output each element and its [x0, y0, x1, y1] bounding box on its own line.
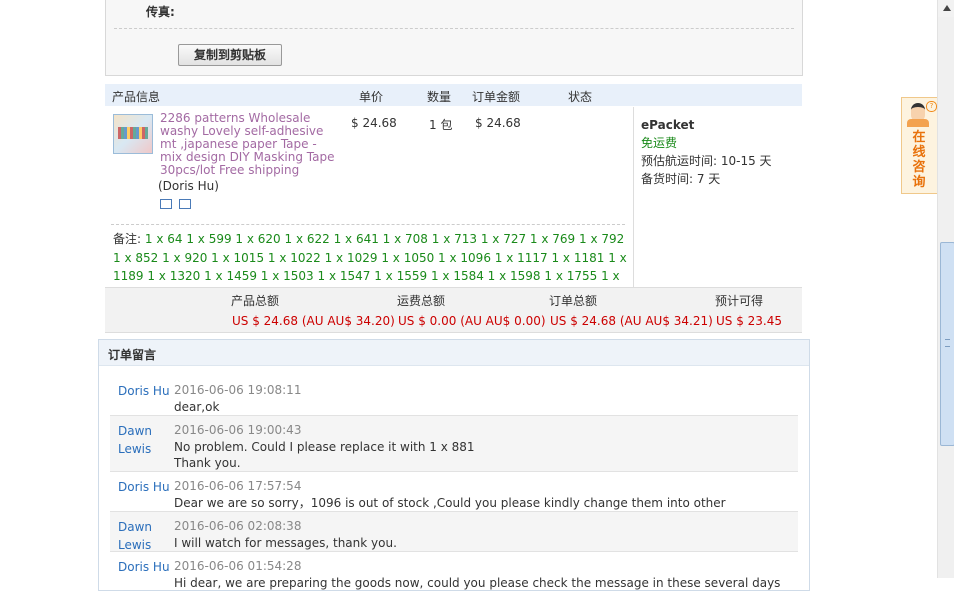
message-text: No problem. Could I please replace it wi…: [174, 439, 784, 471]
order-total-value: US $ 24.68 (AU AU$ 34.21): [550, 314, 713, 328]
shipping-method: ePacket: [641, 118, 695, 132]
message-item: Dawn Lewis 2016-06-06 19:00:43 No proble…: [110, 416, 798, 472]
buyer-name: (Doris Hu): [158, 179, 219, 193]
product-thumbnail[interactable]: [113, 114, 153, 154]
product-total-label: 产品总额: [231, 294, 280, 308]
snapshot-icon[interactable]: [160, 199, 172, 209]
message-time: 2016-06-06 19:00:43: [174, 423, 302, 437]
expected-amount-value: US $ 23.45: [716, 314, 783, 328]
fax-label: 传真:: [146, 5, 175, 19]
shipping-info: ePacket 免运费 预估航运时间: 10-15 天 备货时间: 7 天: [641, 116, 772, 188]
divider: [114, 28, 794, 29]
header-status: 状态: [568, 90, 593, 104]
message-text: I will watch for messages, thank you.: [174, 536, 397, 550]
question-icon: ?: [926, 101, 937, 112]
divider: [111, 224, 625, 225]
message-item: Doris Hu 2016-06-06 01:54:28 Hi dear, we…: [110, 552, 798, 592]
message-item: Doris Hu 2016-06-06 17:57:54 Dear we are…: [110, 472, 798, 526]
message-sender[interactable]: Doris Hu: [118, 558, 173, 576]
delivery-time: 预估航运时间: 10-15 天: [641, 154, 772, 168]
message-item: Dawn Lewis 2016-06-06 02:08:38 I will wa…: [110, 512, 798, 552]
shipping-total-value: US $ 0.00 (AU AU$ 0.00): [398, 314, 546, 328]
order-total-label: 订单总额: [549, 294, 598, 308]
message-item: Doris Hu 2016-06-06 19:08:11 dear,ok: [110, 376, 798, 416]
message-sender[interactable]: Dawn Lewis: [118, 422, 173, 458]
header-order-amount: 订单金额: [472, 90, 521, 104]
message-sender[interactable]: Doris Hu: [118, 382, 173, 400]
order-table-header: 产品信息 单价 数量 订单金额 状态: [105, 84, 802, 106]
detail-icon[interactable]: [179, 199, 191, 209]
header-quantity: 数量: [427, 90, 452, 104]
expected-amount-label: 预计可得: [715, 294, 764, 308]
message-line: No problem. Could I please replace it wi…: [174, 440, 475, 454]
remark-label: 备注:: [113, 232, 142, 246]
order-messages-panel: 订单留言 Doris Hu 2016-06-06 19:08:11 dear,o…: [98, 339, 810, 591]
scroll-up-arrow-icon[interactable]: [938, 0, 954, 17]
messages-title: 订单留言: [108, 348, 157, 362]
message-time: 2016-06-06 02:08:38: [174, 519, 302, 533]
online-consult-label: 在线咨询: [912, 130, 926, 190]
message-text: dear,ok: [174, 400, 220, 414]
quantity-value: 1 包: [429, 118, 453, 132]
grip-icon: [945, 339, 950, 347]
scrollbar-thumb[interactable]: [940, 242, 954, 446]
message-time: 2016-06-06 01:54:28: [174, 559, 302, 573]
header-product-info: 产品信息: [112, 90, 161, 104]
message-line: Thank you.: [174, 456, 241, 470]
message-sender[interactable]: Doris Hu: [118, 478, 173, 496]
contact-info-panel: 传真: 复制到剪贴板: [105, 0, 803, 76]
order-amount-value: $ 24.68: [475, 116, 521, 130]
header-unit-price: 单价: [359, 90, 384, 104]
free-shipping-label: 免运费: [641, 136, 678, 150]
vertical-scrollbar[interactable]: [937, 0, 954, 578]
message-time: 2016-06-06 17:57:54: [174, 479, 302, 493]
product-row: 2286 patterns Wholesale washy Lovely sel…: [105, 107, 634, 302]
product-title-link[interactable]: 2286 patterns Wholesale washy Lovely sel…: [160, 112, 335, 177]
product-total-value: US $ 24.68 (AU AU$ 34.20): [232, 314, 395, 328]
product-icons: [160, 198, 198, 212]
shipping-total-label: 运费总额: [397, 294, 446, 308]
copy-to-clipboard-button[interactable]: 复制到剪贴板: [178, 44, 282, 66]
online-consult-widget[interactable]: ? 在线咨询: [901, 97, 938, 194]
handling-time: 备货时间: 7 天: [641, 172, 721, 186]
message-time: 2016-06-06 19:08:11: [174, 383, 302, 397]
order-totals: 产品总额 US $ 24.68 (AU AU$ 34.20) 运费总额 US $…: [105, 287, 802, 333]
unit-price-value: $ 24.68: [351, 116, 397, 130]
messages-header: 订单留言: [99, 340, 809, 366]
message-sender[interactable]: Dawn Lewis: [118, 518, 173, 554]
message-text: Hi dear, we are preparing the goods now,…: [174, 576, 784, 590]
